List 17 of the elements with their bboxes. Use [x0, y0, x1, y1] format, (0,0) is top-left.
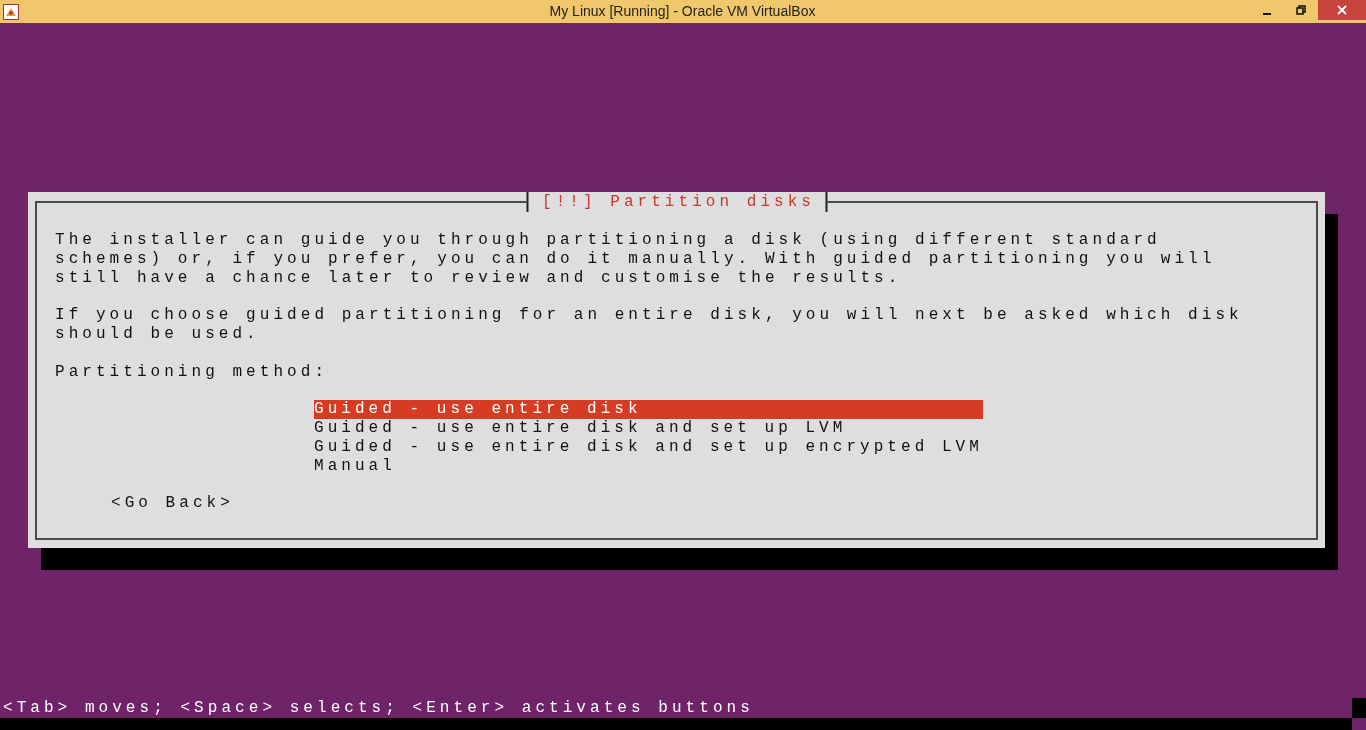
window-title: My Linux [Running] - Oracle VM VirtualBox: [548, 2, 817, 21]
prompt-label: Partitioning method:: [55, 362, 330, 382]
screen-edge-strip: [1352, 698, 1366, 718]
minimize-icon: [1263, 13, 1271, 15]
paragraph: The installer can guide you through partitioning a disk (using different standard schemes) or, if you prefer, you can do it manually. With guided partitioning you will still have a chance later to review and customise the results.: [55, 231, 1217, 288]
restore-icon: [1296, 5, 1306, 15]
status-line: <Tab> moves; <Space> selects; <Enter> activates buttons: [2, 699, 754, 718]
dialog-title: [!!] Partition disks: [526, 192, 827, 212]
paragraph: If you choose guided partitioning for an entire disk, you will next be asked which disk should be used.: [55, 306, 1244, 344]
go-back-button[interactable]: <Go Back>: [111, 494, 234, 513]
close-button[interactable]: [1318, 0, 1366, 20]
app-icon: [3, 3, 19, 20]
menu-option[interactable]: Manual: [314, 456, 983, 476]
menu-option[interactable]: Guided - use entire disk: [314, 400, 983, 419]
close-icon: [1337, 5, 1347, 15]
menu-option[interactable]: Guided - use entire disk and set up encrypted LVM: [314, 437, 983, 457]
menu-option[interactable]: Guided - use entire disk and set up LVM: [314, 418, 983, 438]
